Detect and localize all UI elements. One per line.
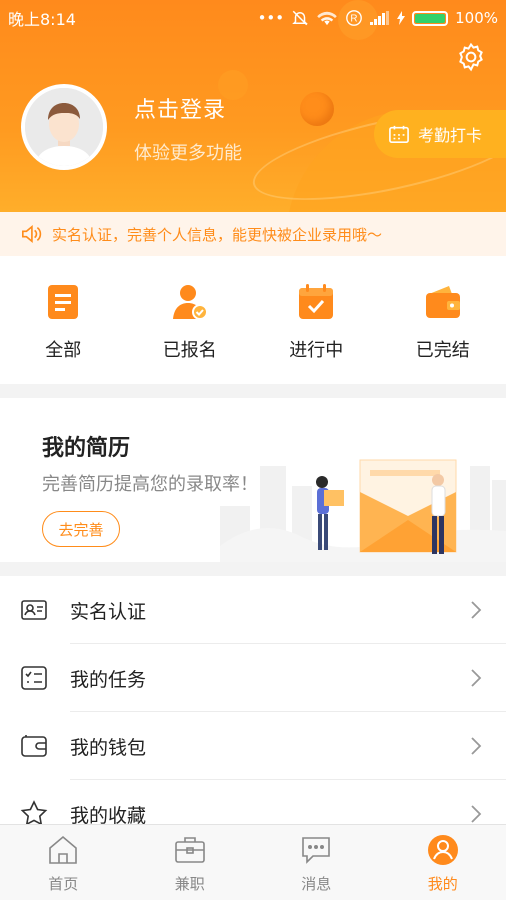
profile-header: 晚上8:14 ••• R 100% 点击登录 体验更多功能 考勤打卡 xyxy=(0,0,506,212)
calendar-icon xyxy=(389,125,409,143)
tab-mine[interactable]: 我的 xyxy=(380,825,506,900)
tab-part-time[interactable]: 兼职 xyxy=(127,825,254,900)
resume-illustration xyxy=(220,459,506,562)
chevron-right-icon xyxy=(471,805,482,823)
settings-menu: 实名认证 我的任务 我的钱包 我的收藏 xyxy=(0,576,506,824)
shortcut-label: 已报名 xyxy=(162,340,217,361)
tab-label: 首页 xyxy=(48,875,79,893)
chevron-right-icon xyxy=(471,669,482,687)
order-shortcuts: 全部 已报名 进行中 已完结 xyxy=(0,256,506,384)
menu-item-wallet[interactable]: 我的钱包 xyxy=(0,712,506,780)
calendar-check-icon xyxy=(299,284,334,319)
resume-card[interactable]: 我的简历 完善简历提高您的录取率！ 去完善 xyxy=(0,398,506,562)
profile-icon xyxy=(427,835,458,865)
battery-icon xyxy=(412,10,449,26)
chevron-right-icon xyxy=(471,601,482,619)
charging-icon xyxy=(397,11,406,25)
signal-icon xyxy=(370,11,390,25)
menu-label: 我的任务 xyxy=(70,668,147,691)
menu-item-favorites[interactable]: 我的收藏 xyxy=(0,780,506,824)
menu-item-tasks[interactable]: 我的任务 xyxy=(0,644,506,712)
clockin-button[interactable]: 考勤打卡 xyxy=(374,110,506,158)
shortcut-label: 进行中 xyxy=(289,340,344,361)
task-list-icon xyxy=(21,666,47,690)
gear-icon[interactable] xyxy=(456,42,486,72)
briefcase-icon xyxy=(174,837,205,863)
tab-label: 消息 xyxy=(301,875,332,893)
bottom-tab-bar: 首页 兼职 消息 我的 xyxy=(0,824,506,900)
wallet-icon xyxy=(21,735,47,757)
svg-text:R: R xyxy=(351,14,358,25)
status-time: 晚上8:14 xyxy=(8,10,76,29)
mute-bell-icon xyxy=(292,10,308,26)
wifi-icon xyxy=(317,11,337,26)
speaker-icon xyxy=(22,224,42,244)
menu-label: 实名认证 xyxy=(70,600,147,623)
id-card-icon xyxy=(21,600,47,620)
tab-home[interactable]: 首页 xyxy=(0,825,127,900)
user-check-icon xyxy=(172,285,208,320)
resume-title: 我的简历 xyxy=(42,436,131,461)
shortcut-registered[interactable]: 已报名 xyxy=(127,256,254,384)
star-icon xyxy=(20,800,48,824)
login-subtitle: 体验更多功能 xyxy=(134,143,242,164)
tab-label: 兼职 xyxy=(174,875,205,893)
menu-label: 我的钱包 xyxy=(70,736,147,759)
header-decoration-ball xyxy=(300,92,334,126)
clockin-label: 考勤打卡 xyxy=(418,126,483,145)
battery-level: 100% xyxy=(455,9,498,27)
shortcut-all[interactable]: 全部 xyxy=(0,256,127,384)
shortcut-label: 全部 xyxy=(45,340,82,361)
login-title[interactable]: 点击登录 xyxy=(134,92,226,124)
notice-text: 实名认证，完善个人信息，能更快被企业录用哦～ xyxy=(52,225,383,244)
profile-screen: 晚上8:14 ••• R 100% 点击登录 体验更多功能 考勤打卡 实名认证，… xyxy=(0,0,506,900)
avatar[interactable] xyxy=(21,84,107,170)
notice-banner[interactable]: 实名认证，完善个人信息，能更快被企业录用哦～ xyxy=(0,212,506,256)
clipboard-icon xyxy=(48,285,79,319)
default-avatar-icon xyxy=(25,88,103,166)
status-icons: ••• R 100% xyxy=(258,9,498,27)
tab-messages[interactable]: 消息 xyxy=(253,825,380,900)
status-bar: 晚上8:14 ••• R 100% xyxy=(0,0,506,36)
more-dots-icon: ••• xyxy=(257,9,285,27)
menu-item-verification[interactable]: 实名认证 xyxy=(0,576,506,644)
menu-label: 我的收藏 xyxy=(70,804,147,825)
chevron-right-icon xyxy=(471,737,482,755)
tab-label: 我的 xyxy=(427,875,458,893)
shortcut-label: 已完结 xyxy=(415,340,470,361)
shortcut-in-progress[interactable]: 进行中 xyxy=(253,256,380,384)
complete-resume-button[interactable]: 去完善 xyxy=(42,511,120,547)
chat-icon xyxy=(302,837,331,864)
roaming-icon: R xyxy=(346,10,362,26)
wallet-icon xyxy=(425,286,460,318)
shortcut-completed[interactable]: 已完结 xyxy=(380,256,506,384)
home-icon xyxy=(49,835,78,864)
